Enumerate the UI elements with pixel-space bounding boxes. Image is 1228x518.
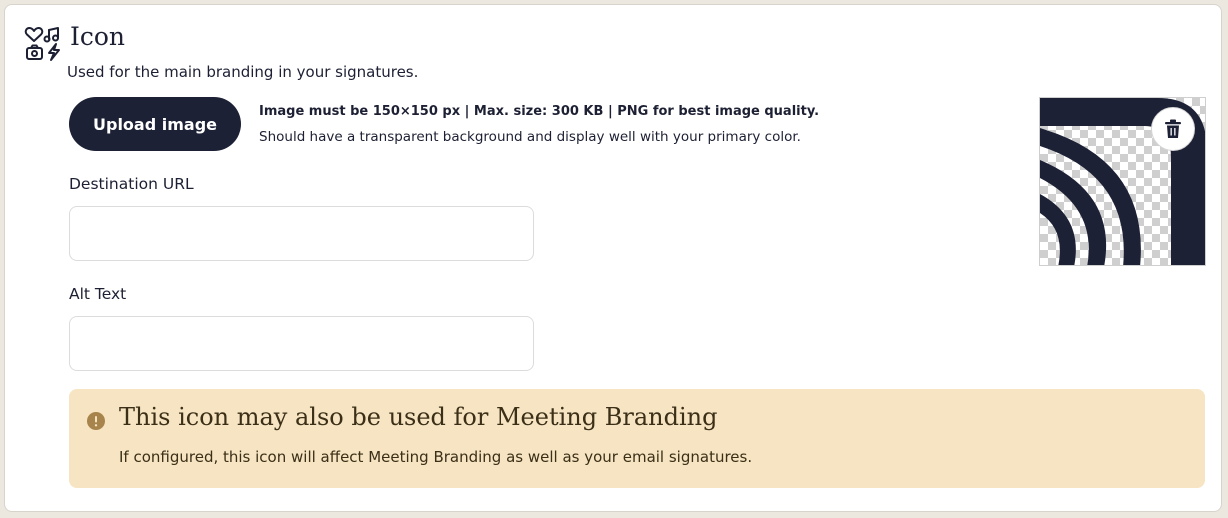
alert-title: This icon may also be used for Meeting B…	[119, 403, 718, 431]
icon-category-icon	[24, 27, 60, 61]
alt-text-input[interactable]	[69, 316, 534, 371]
upload-image-button[interactable]: Upload image	[69, 97, 241, 151]
exclamation-circle-icon	[87, 412, 105, 430]
section-subtitle: Used for the main branding in your signa…	[67, 63, 419, 81]
alert-body: If configured, this icon will affect Mee…	[119, 448, 753, 466]
image-requirements: Image must be 150×150 px | Max. size: 30…	[259, 104, 820, 119]
meeting-branding-alert: This icon may also be used for Meeting B…	[69, 389, 1205, 488]
alt-text-label: Alt Text	[69, 285, 127, 303]
trash-icon	[1165, 119, 1181, 138]
delete-image-button[interactable]	[1151, 107, 1195, 151]
destination-url-label: Destination URL	[69, 175, 194, 193]
section-title: Icon	[70, 22, 126, 51]
destination-url-input[interactable]	[69, 206, 534, 261]
image-requirements-hint: Should have a transparent background and…	[259, 129, 801, 145]
